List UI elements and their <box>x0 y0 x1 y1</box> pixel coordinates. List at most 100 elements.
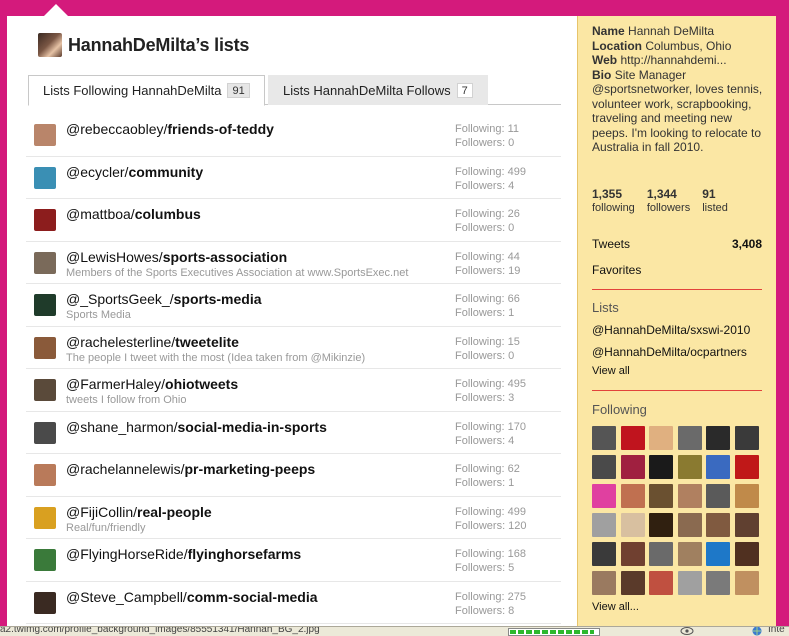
following-avatar[interactable] <box>706 484 730 508</box>
list-owner-avatar[interactable] <box>34 506 56 529</box>
following-avatar[interactable] <box>592 571 616 595</box>
list-title-link[interactable]: @FlyingHorseRide/flyinghorsefarms <box>66 546 301 562</box>
following-avatar[interactable] <box>734 484 759 508</box>
list-title-link[interactable]: @FarmerHaley/ohiotweets <box>66 376 238 392</box>
list-title-link[interactable]: @shane_harmon/social-media-in-sports <box>66 419 327 435</box>
privacy-icon[interactable] <box>680 627 694 636</box>
list-row[interactable]: @FijiCollin/real-people Real/fun/friendly… <box>26 497 561 539</box>
following-avatar[interactable] <box>592 513 616 537</box>
following-avatar[interactable] <box>620 484 645 508</box>
list-owner-avatar[interactable] <box>34 166 56 189</box>
list-title-link[interactable]: @ecycler/community <box>66 164 203 180</box>
list-name: columbus <box>134 206 201 222</box>
following-avatar[interactable] <box>677 484 702 508</box>
list-row[interactable]: @ecycler/community Following: 499 Follower… <box>26 157 561 199</box>
following-avatar[interactable] <box>706 513 730 537</box>
list-row[interactable]: @_SportsGeek_/sports-media Sports Media Fo… <box>26 284 561 327</box>
following-avatar[interactable] <box>677 513 702 537</box>
page-heading: HannahDeMilta’s lists <box>38 33 249 57</box>
following-avatar[interactable] <box>677 455 702 479</box>
following-avatar[interactable] <box>734 513 759 537</box>
lists-view-all-link[interactable]: View all <box>592 365 630 377</box>
list-owner-avatar[interactable] <box>34 124 56 146</box>
following-avatar[interactable] <box>677 571 702 595</box>
list-owner-avatar[interactable] <box>34 209 56 231</box>
list-owner-avatar[interactable] <box>34 379 56 401</box>
following-avatar[interactable] <box>706 571 730 595</box>
following-avatar[interactable] <box>649 426 673 450</box>
list-description: Members of the Sports Executives Associa… <box>66 266 409 279</box>
list-stats: Following: 275 Followers: 8 <box>455 590 526 618</box>
list-owner-avatar[interactable] <box>34 336 56 359</box>
tweets-link[interactable]: Tweets <box>592 237 630 251</box>
sidebar-list-link[interactable]: @HannahDeMilta/sxswi-2010 <box>592 323 750 337</box>
list-owner-avatar[interactable] <box>34 549 56 571</box>
following-view-all-link[interactable]: View all... <box>592 601 639 613</box>
sidebar-list-link[interactable]: @HannahDeMilta/ocpartners <box>592 345 747 359</box>
favorites-link[interactable]: Favorites <box>592 263 641 277</box>
list-owner-avatar[interactable] <box>34 464 56 486</box>
following-avatar[interactable] <box>649 571 673 595</box>
list-owner-avatar[interactable] <box>34 421 56 444</box>
following-avatar[interactable] <box>734 571 759 595</box>
following-avatar[interactable] <box>649 484 673 508</box>
list-title-link[interactable]: @LewisHowes/sports-association <box>66 249 287 265</box>
stat-following[interactable]: 1,355 following <box>592 187 635 215</box>
user-avatar[interactable] <box>38 33 62 57</box>
list-row[interactable]: @shane_harmon/social-media-in-sports Foll… <box>26 412 561 454</box>
following-avatar[interactable] <box>620 455 645 479</box>
following-avatar[interactable] <box>706 455 730 479</box>
following-avatar[interactable] <box>677 426 702 450</box>
list-row[interactable]: @mattboa/columbus Following: 26 Followers:… <box>26 199 561 242</box>
list-row[interactable]: @LewisHowes/sports-association Members of… <box>26 242 561 284</box>
following-avatar[interactable] <box>620 542 645 566</box>
tab-label: Lists Following HannahDeMilta <box>43 83 222 98</box>
list-row[interactable]: @rebeccaobley/friends-of-teddy Following:… <box>26 114 561 157</box>
following-avatar[interactable] <box>706 542 730 566</box>
following-avatar[interactable] <box>592 542 616 566</box>
following-avatar[interactable] <box>620 426 645 450</box>
following-avatar[interactable] <box>706 426 730 450</box>
list-row[interactable]: @FlyingHorseRide/flyinghorsefarms Followi… <box>26 539 561 582</box>
stat-followers[interactable]: 1,344 followers <box>647 187 690 215</box>
tab-lists-follows[interactable]: Lists HannahDeMilta Follows 7 <box>268 75 488 105</box>
list-name: sports-media <box>173 291 262 307</box>
list-followers-count: Followers: 0 <box>455 222 515 234</box>
list-owner-avatar[interactable] <box>34 294 56 316</box>
following-avatar[interactable] <box>649 455 673 479</box>
list-title-link[interactable]: @rachelesterline/tweetelite <box>66 334 239 350</box>
stat-listed[interactable]: 91 listed <box>702 187 728 215</box>
list-title-link[interactable]: @rebeccaobley/friends-of-teddy <box>66 121 274 137</box>
list-row[interactable]: @FarmerHaley/ohiotweets tweets I follow f… <box>26 369 561 412</box>
list-followers-count: Followers: 8 <box>455 604 515 617</box>
following-avatar[interactable] <box>592 426 616 450</box>
following-avatar[interactable] <box>734 455 759 479</box>
list-row[interactable]: @rachelesterline/tweetelite The people I … <box>26 327 561 369</box>
list-title-link[interactable]: @FijiCollin/real-people <box>66 504 212 520</box>
following-avatar[interactable] <box>734 542 759 566</box>
list-title-link[interactable]: @rachelannelewis/pr-marketing-peeps <box>66 461 315 477</box>
list-description: The people I tweet with the most (Idea t… <box>66 351 366 364</box>
lists-panel: HannahDeMilta’s lists Lists Following Ha… <box>7 16 577 626</box>
name-label: Name <box>592 24 625 38</box>
following-avatar[interactable] <box>592 484 616 508</box>
list-owner-avatar[interactable] <box>34 251 56 274</box>
following-avatar[interactable] <box>677 542 702 566</box>
list-row[interactable]: @rachelannelewis/pr-marketing-peeps Follo… <box>26 454 561 497</box>
following-avatar[interactable] <box>734 426 759 450</box>
list-title-link[interactable]: @mattboa/columbus <box>66 206 201 222</box>
list-row[interactable]: @Steve_Campbell/comm-social-media Followi… <box>26 582 561 624</box>
list-title-link[interactable]: @_SportsGeek_/sports-media <box>66 291 262 307</box>
following-avatar[interactable] <box>620 513 645 537</box>
list-title-link[interactable]: @Steve_Campbell/comm-social-media <box>66 589 318 605</box>
web-link[interactable]: http://hannahdemi... <box>620 53 726 67</box>
following-avatar[interactable] <box>592 455 616 479</box>
following-avatar[interactable] <box>620 571 645 595</box>
tab-count-badge: 7 <box>456 82 473 98</box>
list-following-count: Following: 499 <box>455 165 526 178</box>
following-avatar[interactable] <box>649 513 673 537</box>
list-owner-avatar[interactable] <box>34 591 56 614</box>
following-avatar[interactable] <box>649 542 673 566</box>
location-value: Columbus, Ohio <box>645 38 732 53</box>
tab-lists-following[interactable]: Lists Following HannahDeMilta 91 <box>28 75 265 106</box>
